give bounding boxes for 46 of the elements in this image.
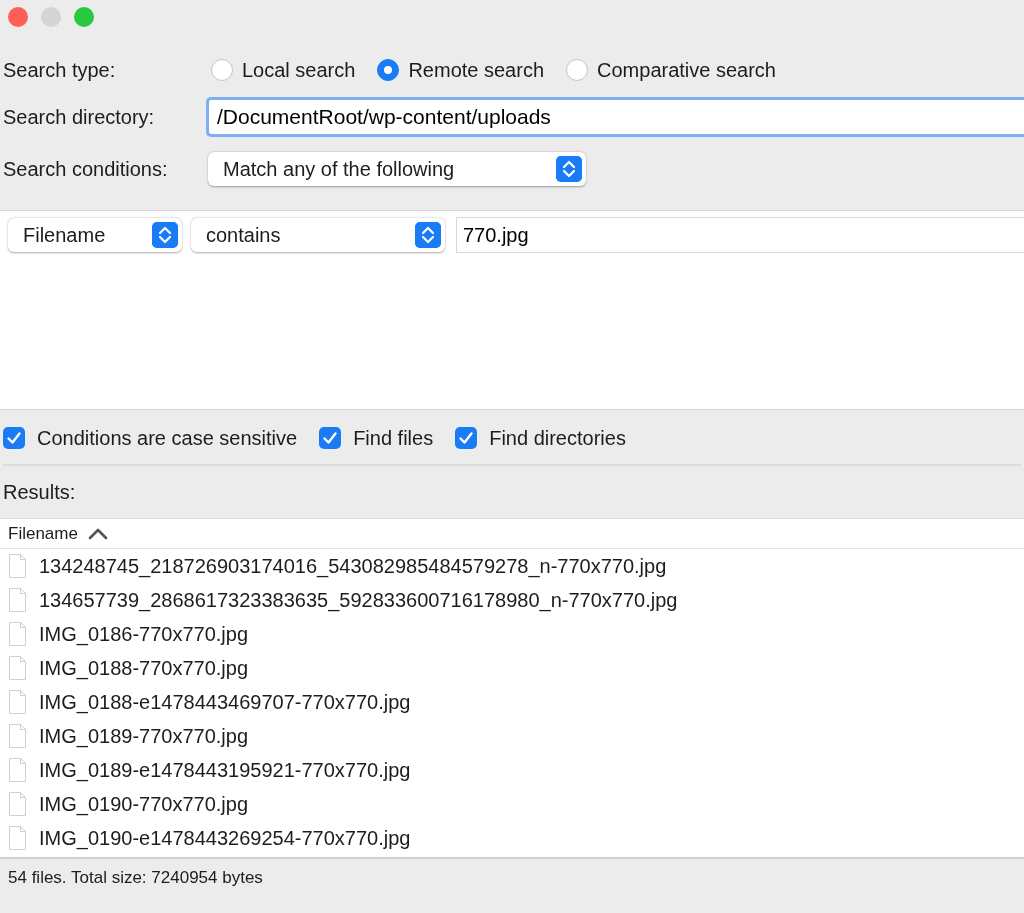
checkbox[interactable] (319, 427, 342, 449)
column-header[interactable]: Filename (8, 520, 78, 547)
file-name[interactable]: IMG_0186-770x770.jpg (39, 619, 249, 649)
field-label: Search type: (3, 58, 117, 83)
file-name[interactable]: IMG_0190-e1478443269254-770x770.jpg (39, 823, 411, 853)
file-icon (8, 587, 27, 613)
file-icon (8, 757, 27, 783)
chevron-icon (415, 222, 441, 248)
file-name[interactable]: IMG_0190-770x770.jpg (39, 789, 249, 819)
radio-button[interactable] (377, 59, 400, 81)
file-name[interactable]: IMG_0189-e1478443195921-770x770.jpg (39, 755, 411, 785)
file-name[interactable]: IMG_0188-e1478443469707-770x770.jpg (39, 687, 411, 717)
file-name[interactable]: IMG_0188-770x770.jpg (39, 653, 249, 683)
file-icon (8, 791, 27, 817)
file-name[interactable]: 134248745_218726903174016_543082985484579278_n-770x770.jpg (39, 551, 667, 581)
checkbox-label[interactable]: Find directories (489, 423, 626, 453)
directory-field[interactable]: /DocumentRoot/wp-content/uploads (206, 97, 1024, 137)
checkbox[interactable] (3, 427, 25, 449)
file-icon (8, 621, 27, 647)
status-text: 54 files. Total size: 7240954 bytes (0, 858, 1024, 897)
field-dropdown[interactable]: Filename (8, 218, 182, 252)
field-label: Search conditions: (3, 157, 169, 182)
checkbox-label[interactable]: Find files (353, 423, 434, 453)
value-field[interactable]: 770.jpg (456, 217, 1024, 253)
radio-label[interactable]: Comparative search (597, 55, 776, 85)
checkbox-label[interactable]: Conditions are case sensitive (37, 423, 298, 453)
chevron-icon (152, 222, 178, 248)
file-icon (8, 655, 27, 681)
checkbox[interactable] (455, 427, 478, 449)
file-icon (8, 723, 27, 749)
file-icon (8, 825, 27, 851)
radio-label[interactable]: Remote search (408, 55, 545, 85)
zoom-button[interactable] (74, 7, 94, 27)
chevron-icon (556, 156, 582, 182)
radio-label[interactable]: Local search (242, 55, 356, 85)
operator-dropdown[interactable]: contains (191, 218, 445, 252)
section-label: Results: (3, 480, 76, 505)
file-name[interactable]: 134657739_2868617323383635_592833600716178980_n-770x770.jpg (39, 585, 678, 615)
file-icon (8, 553, 27, 579)
file-icon (8, 689, 27, 715)
radio-button[interactable] (211, 59, 233, 81)
close-button[interactable] (8, 7, 28, 27)
match-dropdown[interactable]: Match any of the following (208, 152, 586, 186)
field-label: Search directory: (3, 105, 156, 130)
file-name[interactable]: IMG_0189-770x770.jpg (39, 721, 249, 751)
radio-button[interactable] (566, 59, 589, 81)
